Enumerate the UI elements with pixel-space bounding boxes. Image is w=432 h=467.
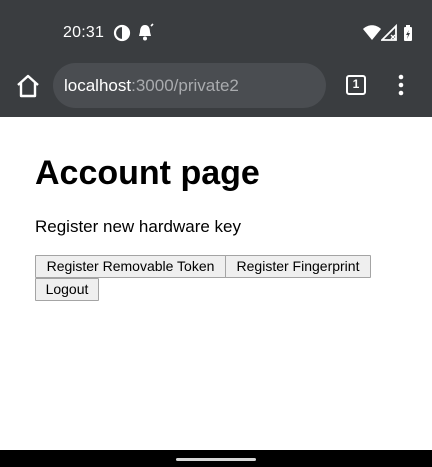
register-removable-token-button[interactable]: Register Removable Token [35, 255, 226, 278]
logout-button[interactable]: Logout [35, 278, 99, 301]
browser-toolbar: localhost:3000/private2 1 [0, 62, 432, 117]
data-saver-icon [113, 23, 131, 43]
status-time: 20:31 [63, 24, 105, 41]
wifi-icon [362, 23, 382, 43]
url-text: localhost:3000/private2 [64, 76, 239, 96]
register-fingerprint-button[interactable]: Register Fingerprint [225, 255, 371, 278]
notification-icon [136, 23, 154, 43]
tab-switcher-button[interactable]: 1 [345, 74, 367, 96]
tab-count: 1 [352, 77, 360, 91]
status-bar: 20:31 [0, 0, 432, 62]
page-title: Account page [35, 154, 260, 192]
battery-icon [402, 23, 414, 43]
cell-signal-icon [379, 23, 397, 43]
url-path: :3000/private2 [131, 76, 239, 95]
address-bar[interactable]: localhost:3000/private2 [53, 63, 326, 108]
register-key-heading: Register new hardware key [35, 217, 241, 236]
home-icon[interactable] [12, 70, 44, 102]
browser-chrome: 20:31 localhost:3000/private2 1 [0, 0, 432, 117]
navigation-bar [0, 450, 432, 467]
gesture-handle[interactable] [176, 458, 256, 461]
url-host: localhost [64, 76, 132, 95]
more-vertical-icon[interactable] [392, 72, 410, 98]
page-content: Account page Register new hardware key R… [0, 117, 432, 450]
